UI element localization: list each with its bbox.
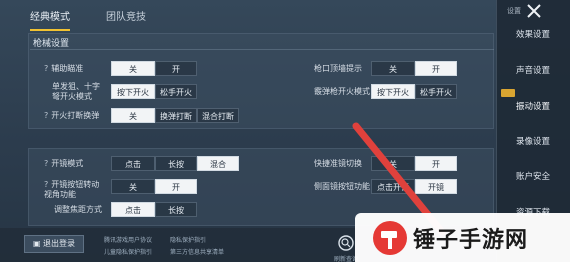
shotgun-fire-label: 霰弹枪开火模式 [314, 87, 370, 96]
scope-mode-toggle[interactable]: 点击 长按 混合 [111, 156, 239, 171]
help-icon[interactable]: ? [44, 159, 48, 168]
fire-swap-toggle[interactable]: 关 换弹打断 混合打断 [111, 108, 239, 123]
link-third-party-info[interactable]: 第三方信息共享清单 [170, 247, 224, 256]
sidebar-item-effects[interactable]: 效果设置 [500, 28, 566, 40]
top-tab-bar: 经典模式 团队竞技 [0, 0, 496, 31]
sidebar-item-recording[interactable]: 录像设置 [500, 135, 566, 147]
shotgun-fire-toggle[interactable]: 按下开火 松手开火 [371, 84, 457, 99]
option-mixed[interactable]: 混合 [197, 156, 239, 171]
option-press-fire[interactable]: 按下开火 [371, 84, 415, 99]
single-fire-label: 单发狙、十字弩开火模式 [52, 82, 100, 101]
muzzle-hint-toggle[interactable]: 关 开 [371, 61, 457, 76]
tab-classic-mode[interactable]: 经典模式 [16, 9, 84, 31]
option-hold[interactable]: 长按 [155, 156, 197, 171]
sidebar-item-sound[interactable]: 声音设置 [500, 64, 566, 76]
section-title: 枪械设置 [33, 39, 70, 49]
link-child-privacy[interactable]: 儿童隐私保护指引 [104, 247, 152, 256]
option-off[interactable]: 关 [111, 108, 155, 123]
option-off[interactable]: 关 [371, 61, 415, 76]
focus-adjust-label: 调整焦距方式 [54, 205, 102, 214]
help-icon[interactable]: ? [44, 180, 48, 189]
option-release-fire[interactable]: 松手开火 [415, 84, 457, 99]
help-icon[interactable]: ? [44, 64, 48, 73]
option-release-fire[interactable]: 松手开火 [155, 84, 197, 99]
option-hold[interactable]: 长按 [155, 202, 197, 217]
fire-swap-label: ? 开火打断换弹 [44, 111, 100, 120]
sidebar-item-vibration[interactable]: 振动设置 [500, 100, 566, 112]
sidebar-item-account-security[interactable]: 账户安全 [500, 170, 566, 182]
option-tap[interactable]: 点击 [111, 156, 155, 171]
watermark-text: 锤子手游网 [413, 228, 529, 253]
option-off[interactable]: 关 [111, 179, 155, 194]
logout-button[interactable]: ▣ 退出登录 [24, 235, 84, 253]
option-mixed-interrupt[interactable]: 混合打断 [197, 108, 239, 123]
aim-assist-label: ? 辅助瞄准 [44, 64, 84, 73]
new-badge [501, 89, 515, 97]
scope-mode-label: ? 开镜模式 [44, 159, 84, 168]
focus-adjust-toggle[interactable]: 点击 长按 [111, 202, 197, 217]
option-on[interactable]: 开 [155, 179, 197, 194]
option-off[interactable]: 关 [111, 61, 155, 76]
sidebar-title: 设置 [507, 7, 521, 15]
scope-view-toggle[interactable]: 关 开 [111, 179, 197, 194]
scope-view-label: ? 开镜按钮转动视角功能 [44, 180, 100, 199]
chat-icon: ▣ [32, 239, 44, 248]
option-on[interactable]: 开 [155, 61, 197, 76]
option-swap-interrupt[interactable]: 换弹打断 [155, 108, 197, 123]
tab-team-battle[interactable]: 团队竞技 [92, 9, 160, 27]
single-fire-toggle[interactable]: 按下开火 松手开火 [111, 84, 197, 99]
option-press-fire[interactable]: 按下开火 [111, 84, 155, 99]
settings-screen: 经典模式 团队竞技 枪械设置 ? 辅助瞄准 关 开 单发狙、十字弩开火模式 按下开… [0, 0, 570, 262]
muzzle-hint-label: 枪口顶墙提示 [314, 64, 362, 73]
option-tap[interactable]: 点击 [111, 202, 155, 217]
aim-assist-toggle[interactable]: 关 开 [111, 61, 197, 76]
option-on[interactable]: 开 [415, 61, 457, 76]
hammer-logo-icon [373, 221, 407, 255]
link-user-agreement[interactable]: 腾讯游戏用户协议 [104, 235, 152, 244]
help-icon[interactable]: ? [44, 111, 48, 120]
section-divider [30, 49, 494, 50]
link-privacy-guide[interactable]: 隐私保护指引 [170, 235, 206, 244]
close-icon[interactable] [525, 2, 543, 20]
